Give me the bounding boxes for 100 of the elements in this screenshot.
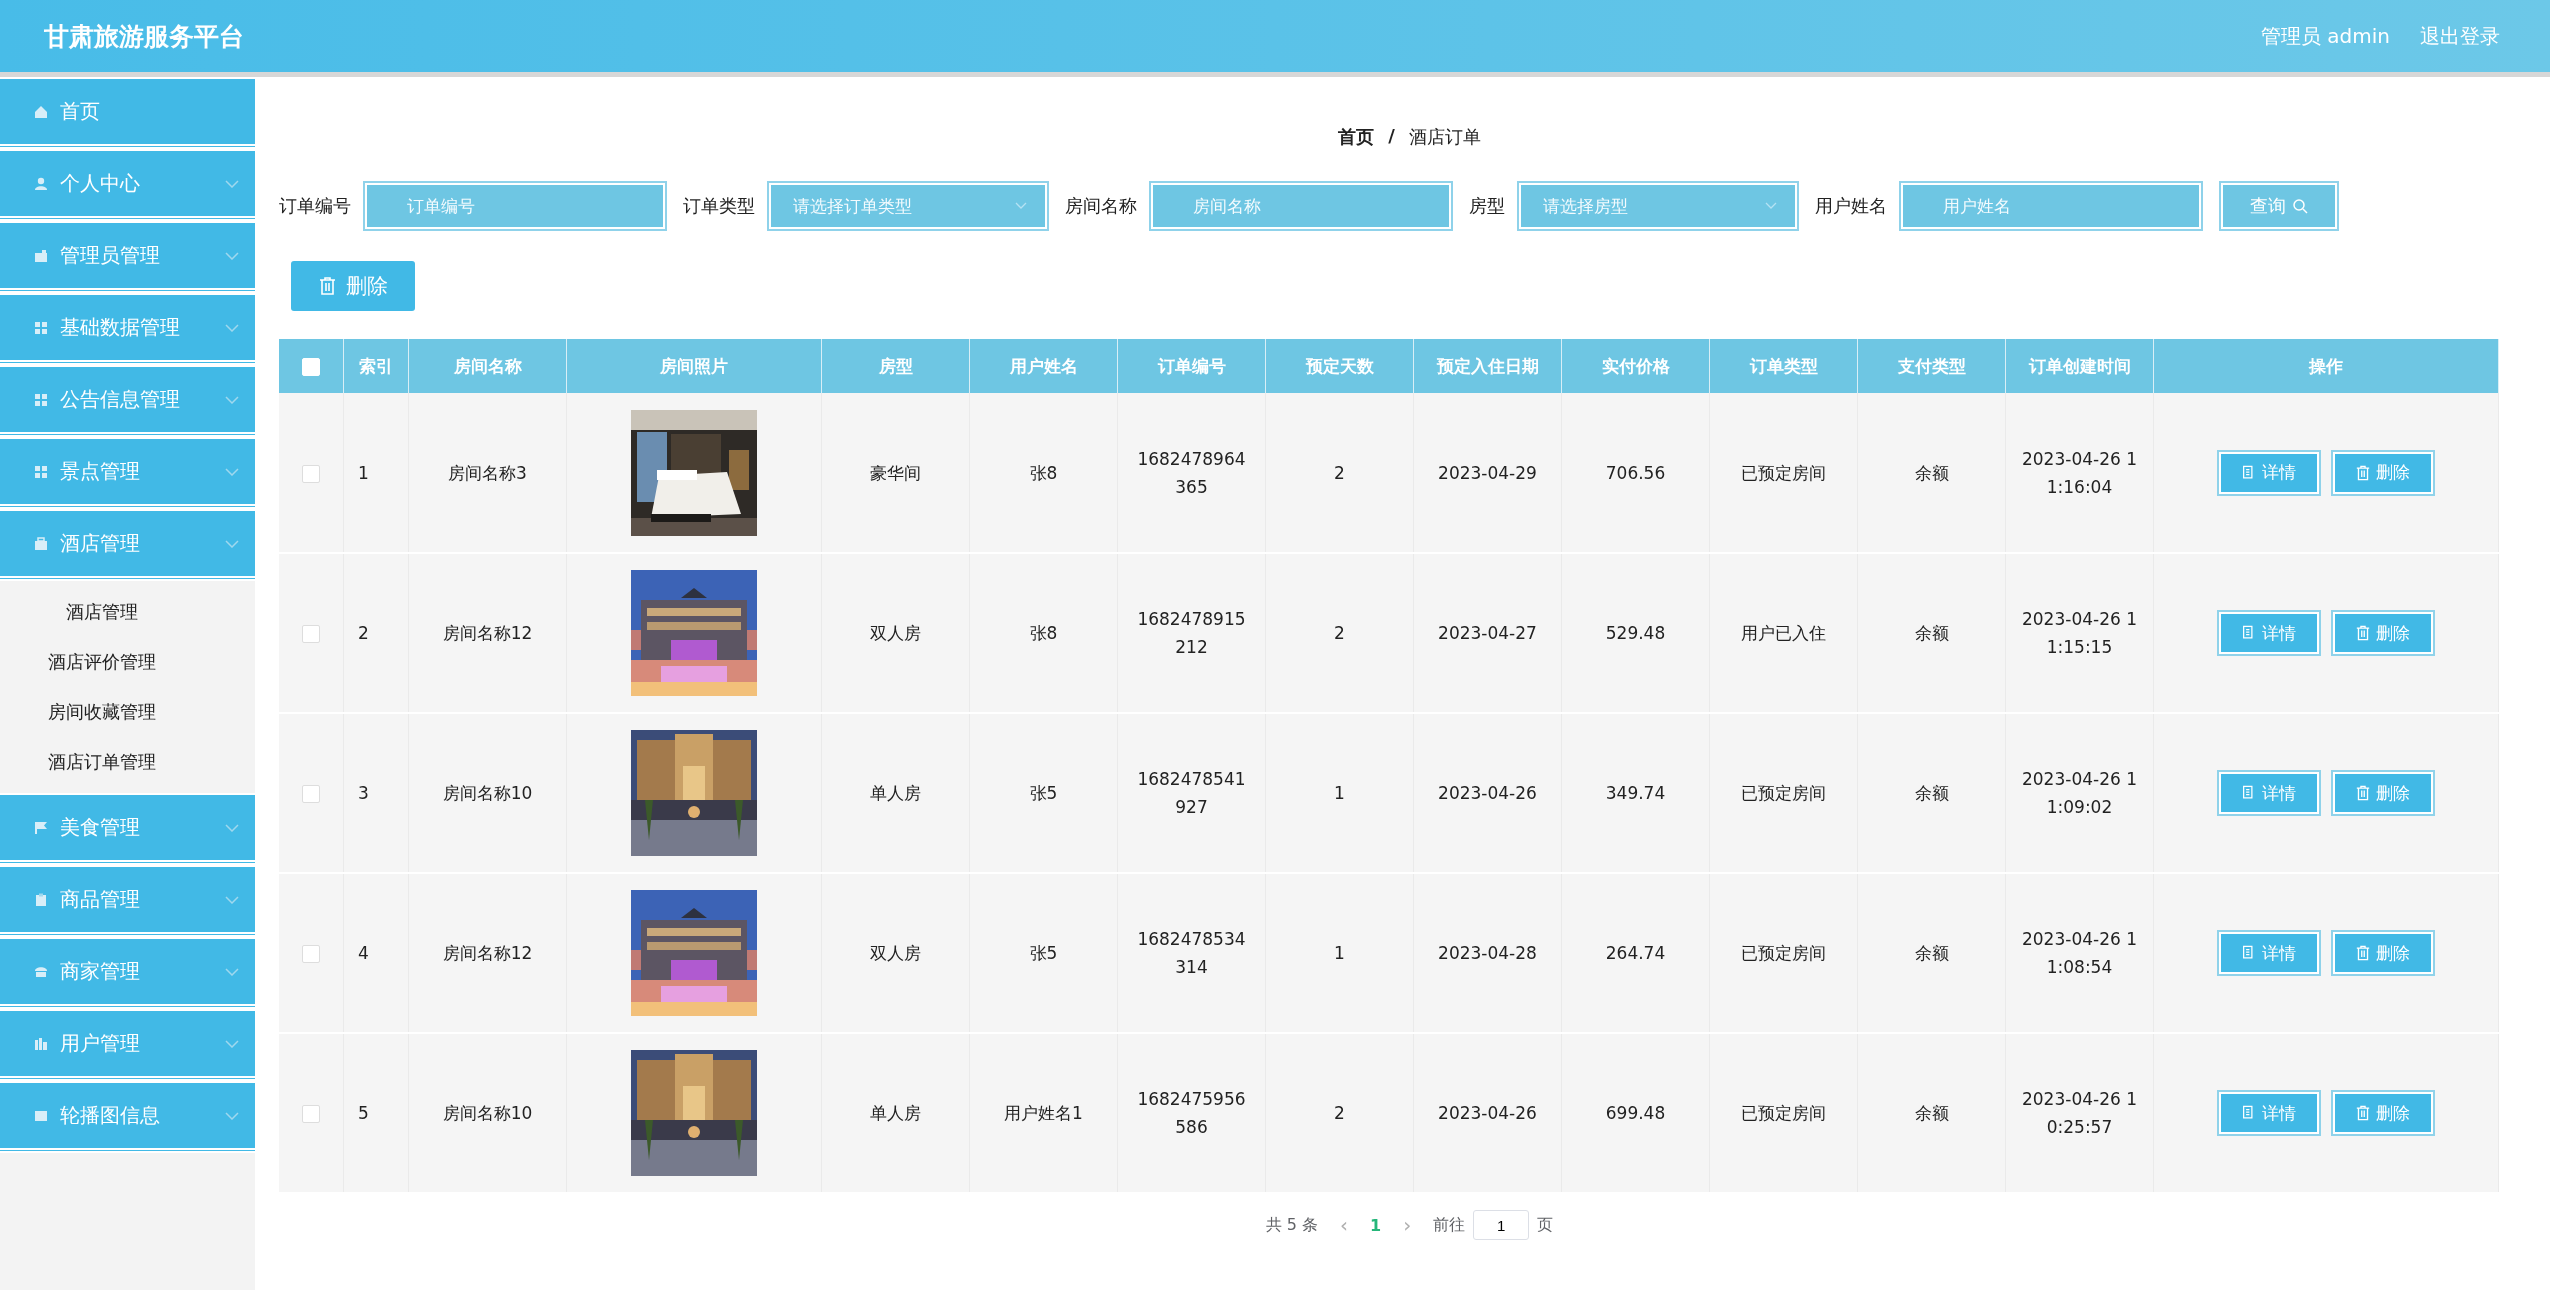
- nav-item[interactable]: 基础数据管理: [0, 293, 255, 365]
- select-field[interactable]: 请选择订单类型: [769, 183, 1047, 229]
- nav-item[interactable]: 商品管理: [0, 865, 255, 937]
- page-suffix: 页: [1537, 1214, 1554, 1236]
- briefcase-icon: [34, 536, 48, 551]
- table-cell: 2023-04-26 10:25:57: [2005, 1033, 2154, 1193]
- input-field[interactable]: 房间名称: [1151, 183, 1451, 229]
- table-cell: 1682475956586: [1117, 1033, 1266, 1193]
- nav-item[interactable]: 轮播图信息: [0, 1081, 255, 1153]
- row-checkbox[interactable]: [302, 1105, 320, 1123]
- grid-icon: [34, 392, 48, 407]
- app-title: 甘肃旅游服务平台: [44, 20, 244, 53]
- details-button[interactable]: 详情: [2219, 612, 2319, 654]
- breadcrumb-separator: /: [1388, 125, 1395, 148]
- row-checkbox[interactable]: [302, 945, 320, 963]
- nav-item[interactable]: 用户管理: [0, 1009, 255, 1081]
- table-cell: 单人房: [821, 1033, 970, 1193]
- search-icon: [2292, 198, 2308, 214]
- filter-label: 用户姓名: [1815, 194, 1887, 218]
- total-count: 共 5 条: [1265, 1214, 1319, 1236]
- trash-icon: [318, 277, 336, 295]
- chevron-icon: [225, 395, 239, 404]
- details-button[interactable]: 详情: [2219, 932, 2319, 974]
- trash-icon: [2356, 625, 2370, 641]
- nav-item[interactable]: 管理员管理: [0, 221, 255, 293]
- select-field[interactable]: 请选择房型: [1519, 183, 1797, 229]
- home-icon: [34, 104, 48, 119]
- document-icon: [2242, 1105, 2256, 1121]
- details-button[interactable]: 详情: [2219, 1092, 2319, 1134]
- table-cell: 余额: [1857, 1033, 2006, 1193]
- user-label: 管理员 admin: [2260, 22, 2390, 50]
- filter-label: 房型: [1469, 194, 1505, 218]
- trash-icon: [2356, 1105, 2370, 1121]
- table-cell: 2: [1265, 1033, 1414, 1193]
- chevron-icon: [225, 323, 239, 332]
- table-cell: 已预定房间: [1709, 1033, 1858, 1193]
- flag-icon: [34, 820, 48, 835]
- grid-icon: [34, 464, 48, 479]
- nav-item[interactable]: 公告信息管理: [0, 365, 255, 437]
- nav-item[interactable]: 酒店管理: [0, 509, 255, 581]
- document-icon: [2242, 945, 2256, 961]
- submenu-item[interactable]: 酒店评价管理: [0, 637, 255, 687]
- trash-icon: [2356, 785, 2370, 801]
- table-cell: 房间名称10: [408, 1033, 567, 1193]
- breadcrumb-item: 酒店订单: [1408, 125, 1481, 149]
- details-button[interactable]: 详情: [2219, 451, 2319, 494]
- delete-button[interactable]: 删除: [2333, 451, 2433, 494]
- nav-item[interactable]: 商家管理: [0, 937, 255, 1009]
- prev-page-button[interactable]: ‹: [1340, 1213, 1349, 1237]
- table-cell: 699.48: [1561, 1033, 1710, 1193]
- select-all-checkbox[interactable]: [302, 358, 320, 376]
- filter-label: 房间名称: [1065, 194, 1137, 218]
- search-button[interactable]: 查询: [2221, 183, 2337, 229]
- document-icon: [2242, 625, 2256, 641]
- chevron-icon: [225, 467, 239, 476]
- nav-item[interactable]: 首页: [0, 77, 255, 149]
- row-checkbox[interactable]: [302, 464, 320, 483]
- submenu-item[interactable]: 酒店管理: [0, 587, 255, 637]
- trash-icon: [2356, 464, 2370, 481]
- table-cell: 5: [343, 1033, 409, 1193]
- delete-button[interactable]: 删除: [2333, 772, 2433, 814]
- submenu-item[interactable]: 房间收藏管理: [0, 687, 255, 737]
- filter-label: 订单编号: [279, 194, 351, 218]
- table-cell: 2023-04-26: [1413, 1033, 1562, 1193]
- input-field[interactable]: 用户姓名: [1901, 183, 2201, 229]
- grid-icon: [34, 320, 48, 335]
- delete-button[interactable]: 删除: [2333, 1092, 2433, 1134]
- chevron-icon: [1015, 202, 1027, 210]
- chevron-icon: [225, 251, 239, 260]
- chevron-icon: [225, 539, 239, 548]
- nav-item[interactable]: 景点管理: [0, 437, 255, 509]
- next-page-button[interactable]: ›: [1403, 1213, 1412, 1237]
- delete-button[interactable]: 删除: [2333, 932, 2433, 974]
- chevron-icon: [225, 967, 239, 976]
- delete-button[interactable]: 删除: [291, 261, 415, 311]
- breadcrumb-item[interactable]: 首页: [1338, 125, 1375, 149]
- trash-icon: [2356, 945, 2370, 961]
- chevron-icon: [1765, 202, 1777, 210]
- page-input[interactable]: 1: [1473, 1210, 1530, 1240]
- logout-link[interactable]: 退出登录: [2420, 22, 2500, 50]
- nav-item[interactable]: 美食管理: [0, 793, 255, 865]
- submenu-item[interactable]: 酒店订单管理: [0, 737, 255, 787]
- page-number[interactable]: 1: [1370, 1215, 1382, 1235]
- delete-button[interactable]: 删除: [2333, 612, 2433, 654]
- person-icon: [34, 176, 48, 191]
- row-checkbox[interactable]: [302, 625, 320, 643]
- input-field[interactable]: 订单编号: [365, 183, 665, 229]
- details-button[interactable]: 详情: [2219, 772, 2319, 814]
- filter-label: 订单类型: [683, 194, 755, 218]
- clipboard-icon: [34, 892, 48, 907]
- nav-item[interactable]: 个人中心: [0, 149, 255, 221]
- table-cell: 用户姓名1: [969, 1033, 1118, 1193]
- document-icon: [2242, 464, 2256, 481]
- chevron-icon: [225, 1039, 239, 1048]
- goto-label: 前往: [1433, 1214, 1466, 1236]
- row-checkbox[interactable]: [302, 785, 320, 803]
- document-icon: [2242, 785, 2256, 801]
- chevron-icon: [225, 895, 239, 904]
- chevron-icon: [225, 179, 239, 188]
- chevron-icon: [225, 823, 239, 832]
